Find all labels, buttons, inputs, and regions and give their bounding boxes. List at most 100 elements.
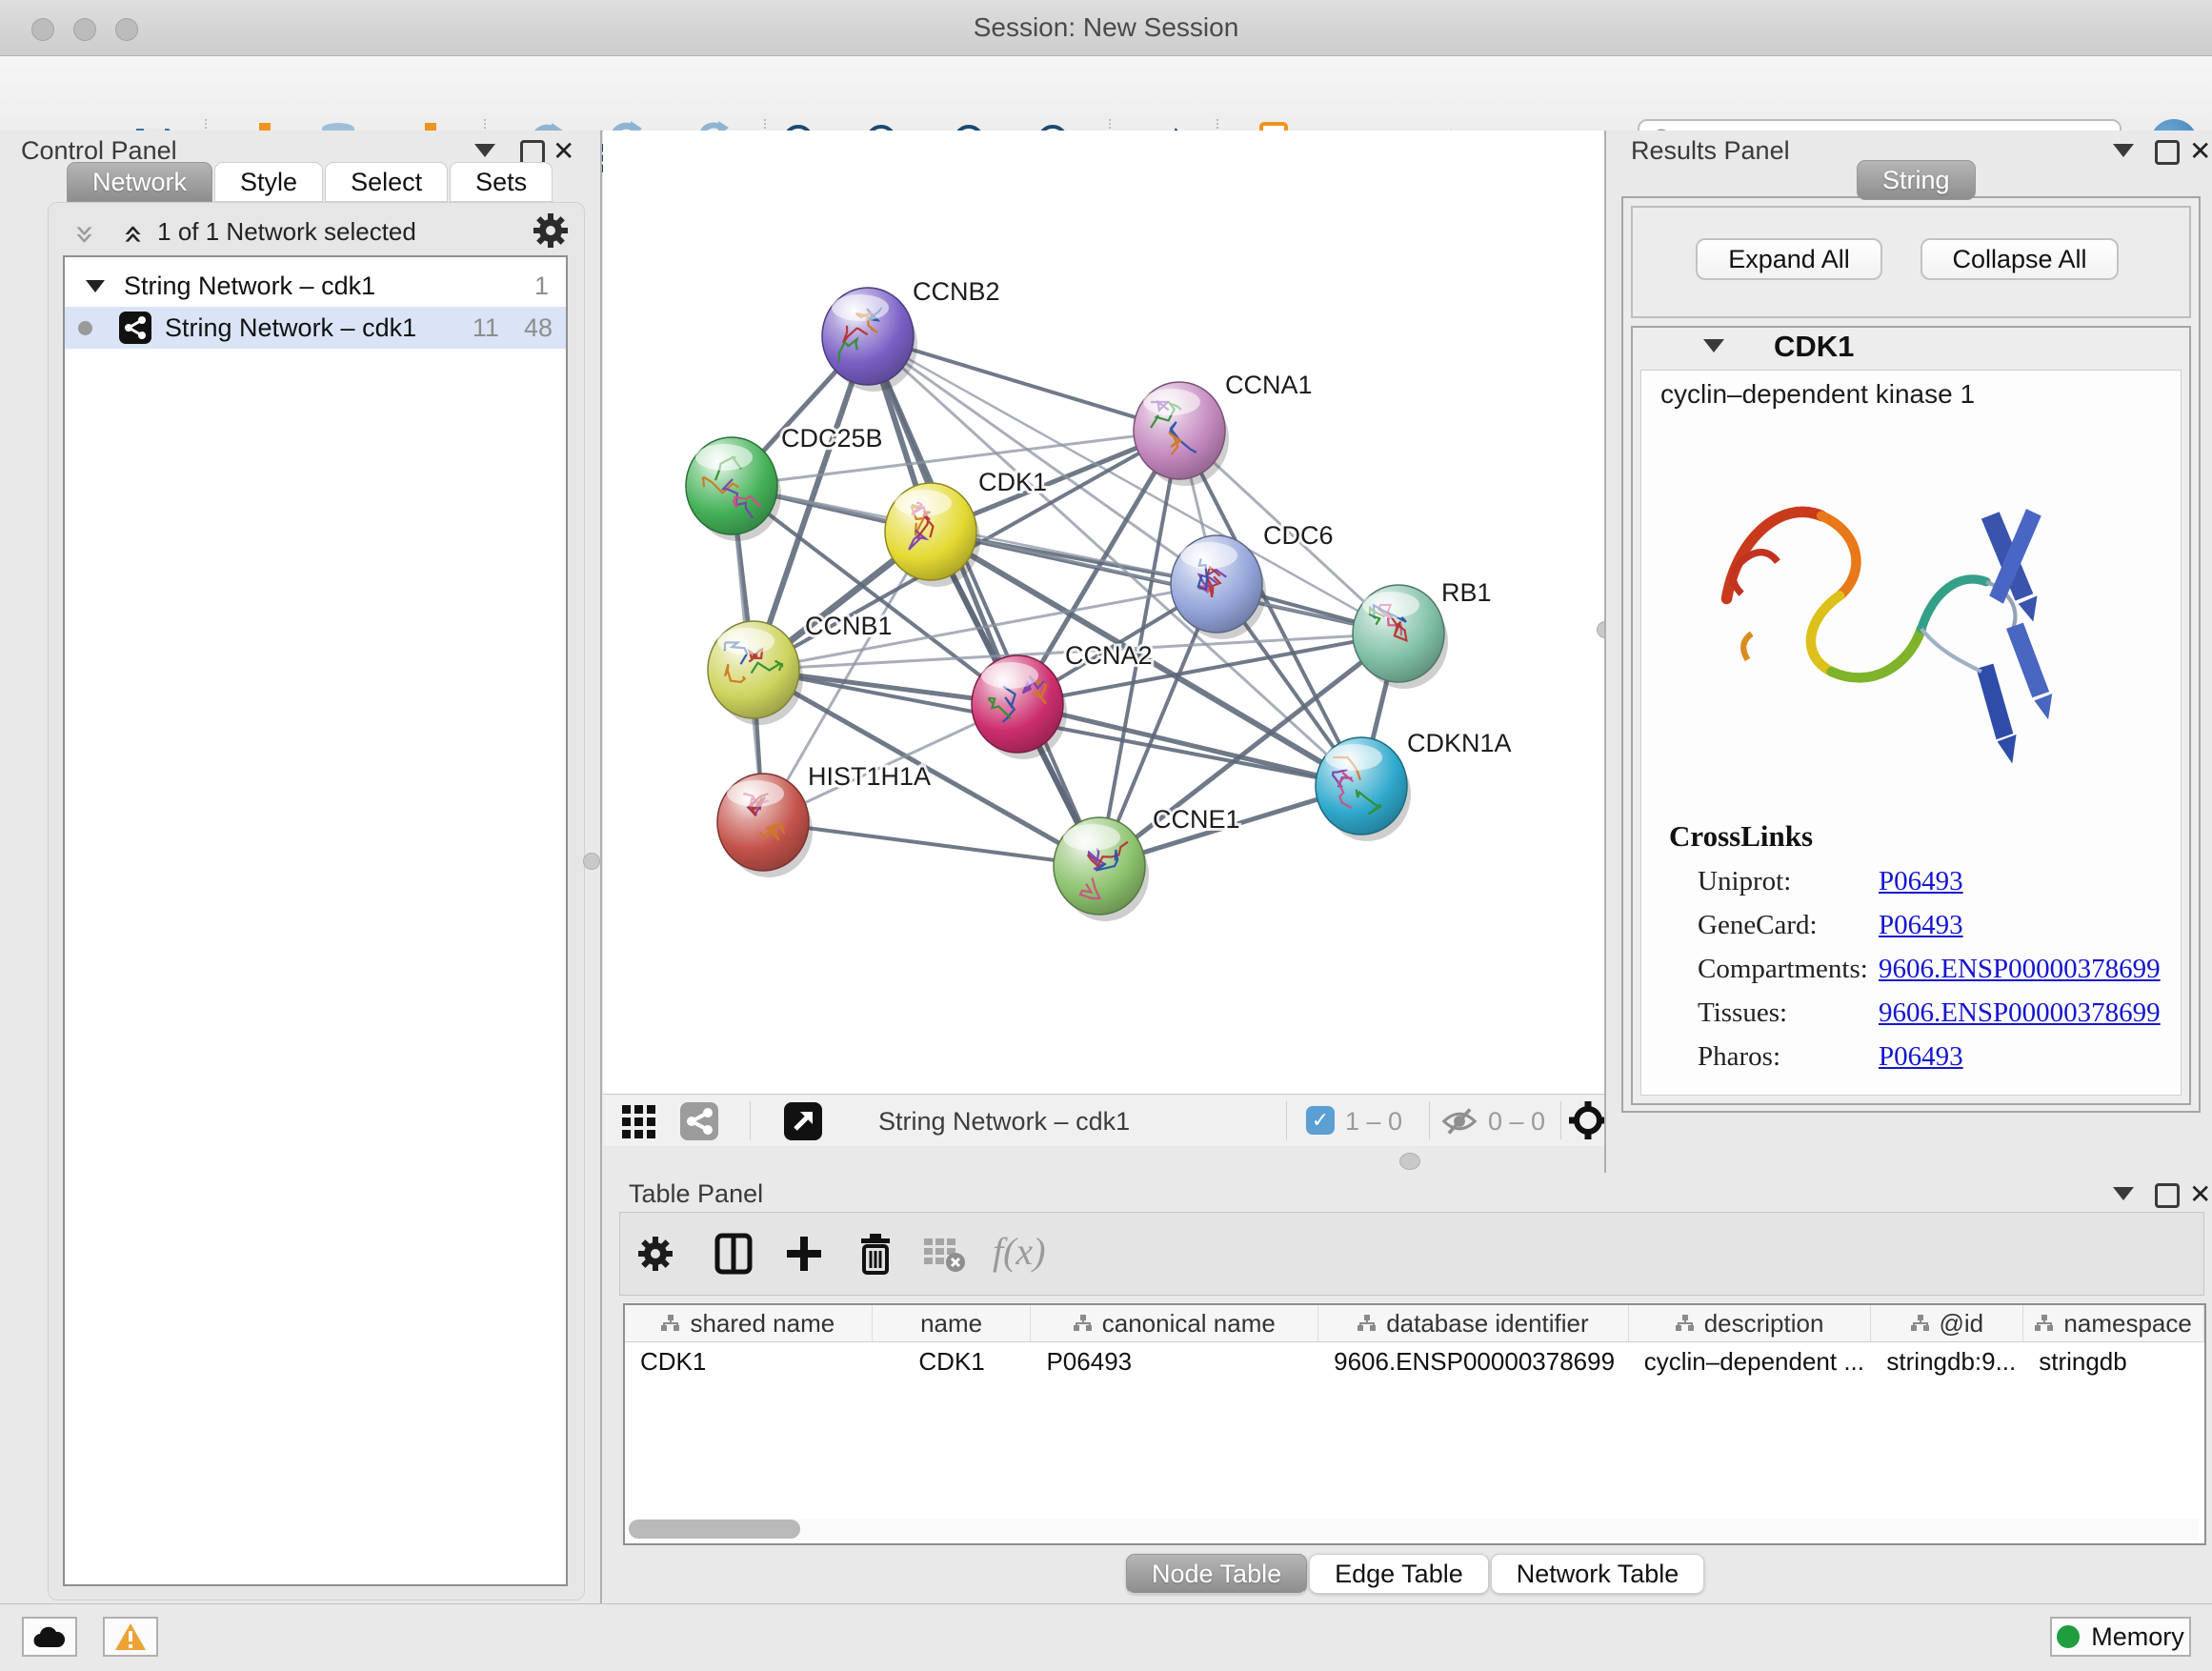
panel-close-icon[interactable]: ✕ <box>553 138 574 165</box>
crosslink-label: Pharos: <box>1698 1041 1879 1073</box>
network-row-selected[interactable]: String Network – cdk1 11 48 <box>65 307 566 349</box>
table-panel-close-icon[interactable]: ✕ <box>2189 1181 2211 1208</box>
table-options-gear-icon[interactable] <box>636 1235 674 1278</box>
collection-expand-icon[interactable] <box>86 280 105 292</box>
results-panel-float-icon[interactable] <box>2155 140 2180 165</box>
network-collection-row[interactable]: String Network – cdk1 1 <box>65 265 566 307</box>
collection-label: String Network – cdk1 <box>124 272 375 301</box>
birds-eye-crosshair-icon[interactable] <box>1568 1100 1608 1145</box>
network-view-mode-icon[interactable] <box>679 1101 719 1146</box>
crosslink-value-link[interactable]: 9606.ENSP00000378699 <box>1879 997 2161 1029</box>
status-bar <box>0 1603 2212 1671</box>
selected-node-edge-counts: 1 – 0 <box>1345 1107 1402 1137</box>
table-tabs: Node TableEdge TableNetwork Table <box>1126 1554 1706 1594</box>
left-splitter-handle[interactable] <box>583 853 600 870</box>
create-column-plus-icon[interactable] <box>785 1235 823 1278</box>
node-table[interactable]: shared name namecanonical namedatabase id… <box>623 1303 2206 1545</box>
tab-edge-table[interactable]: Edge Table <box>1309 1554 1489 1594</box>
network-status-dot-icon <box>78 321 92 335</box>
results-panel-close-icon[interactable]: ✕ <box>2189 138 2211 165</box>
network-graph[interactable]: CCNB2CCNA1CDC25BCDK1CDC6RB1CCNB1CCNA2CDK… <box>603 131 1604 1094</box>
node-label-CDC6: CDC6 <box>1263 521 1334 550</box>
splitter-handle[interactable] <box>1399 1153 1420 1170</box>
node-label-CCNB1: CCNB1 <box>805 612 893 640</box>
cdk1-collapse-icon[interactable] <box>1703 339 1724 352</box>
column-header-namespace[interactable]: namespace <box>2023 1305 2204 1341</box>
node-label-CDK1: CDK1 <box>978 468 1047 496</box>
crosslink-value-link[interactable]: P06493 <box>1879 866 1963 897</box>
tab-string[interactable]: String <box>1857 160 1976 200</box>
column-header-name[interactable]: name <box>873 1305 1032 1341</box>
network-node-CCNB1[interactable]: CCNB1 <box>708 612 893 725</box>
table-cell-shared-name[interactable]: CDK1 <box>625 1342 873 1380</box>
table-cell-@id[interactable]: stringdb:9... <box>1871 1342 2023 1380</box>
column-network-icon <box>1357 1309 1377 1339</box>
tab-style[interactable]: Style <box>214 162 323 202</box>
table-panel-float-icon[interactable] <box>2155 1183 2180 1208</box>
table-horizontal-scrollbar[interactable] <box>627 1519 2199 1540</box>
window-title: Session: New Session <box>0 0 2212 55</box>
node-label-CDC25B: CDC25B <box>781 424 883 453</box>
panel-menu-icon[interactable] <box>474 144 495 157</box>
table-cell-name[interactable]: CDK1 <box>873 1342 1032 1380</box>
crosslink-value-link[interactable]: P06493 <box>1879 910 1963 941</box>
network-canvas[interactable]: CCNB2CCNA1CDC25BCDK1CDC6RB1CCNB1CCNA2CDK… <box>603 131 1604 1094</box>
network-node-CDC6[interactable]: CDC6 <box>1171 521 1334 639</box>
tab-node-table[interactable]: Node Table <box>1126 1554 1307 1594</box>
network-node-RB1[interactable]: RB1 <box>1353 578 1492 689</box>
cdk1-section-title: CDK1 <box>1774 330 1854 364</box>
collapse-all-button[interactable]: Collapse All <box>1920 238 2119 280</box>
memory-status-dot-icon <box>2057 1625 2080 1648</box>
tab-network-table[interactable]: Network Table <box>1491 1554 1705 1594</box>
column-header-@id[interactable]: @id <box>1871 1305 2023 1341</box>
crosslink-label: Uniprot: <box>1698 866 1879 897</box>
delete-column-trash-icon[interactable] <box>855 1233 895 1279</box>
crosslink-label: GeneCard: <box>1698 910 1879 941</box>
column-network-icon <box>1911 1309 1930 1339</box>
column-header-description[interactable]: description <box>1629 1305 1872 1341</box>
network-options-gear-icon[interactable] <box>532 211 570 254</box>
results-panel-title: Results Panel <box>1631 136 1790 166</box>
tab-sets[interactable]: Sets <box>450 162 553 202</box>
network-edge[interactable] <box>763 822 1099 866</box>
memory-button[interactable]: Memory <box>2050 1617 2191 1657</box>
column-header-database-identifier[interactable]: database identifier <box>1318 1305 1629 1341</box>
table-cell-canonical-name[interactable]: P06493 <box>1031 1342 1318 1380</box>
table-cell-description[interactable]: cyclin–dependent ... <box>1629 1342 1872 1380</box>
table-row[interactable]: CDK1CDK1P064939606.ENSP00000378699cyclin… <box>625 1342 2204 1380</box>
results-panel-menu-icon[interactable] <box>2113 144 2134 157</box>
network-node-CCNE1[interactable]: CCNE1 <box>1054 805 1240 921</box>
table-cell-database-identifier[interactable]: 9606.ENSP00000378699 <box>1318 1342 1629 1380</box>
column-label: @id <box>1940 1309 1984 1339</box>
column-header-canonical-name[interactable]: canonical name <box>1031 1305 1318 1341</box>
network-node-CDK1[interactable]: CDK1 <box>885 468 1047 587</box>
grid-view-icon[interactable] <box>620 1103 658 1144</box>
crosslink-value-link[interactable]: 9606.ENSP00000378699 <box>1879 954 2161 985</box>
warnings-button[interactable] <box>103 1617 158 1657</box>
column-label: shared name <box>690 1309 835 1339</box>
node-label-HIST1H1A: HIST1H1A <box>808 762 931 791</box>
node-label-CDKN1A: CDKN1A <box>1407 729 1512 757</box>
table-cell-namespace[interactable]: stringdb <box>2023 1342 2204 1380</box>
column-header-shared-name[interactable]: shared name <box>625 1305 873 1341</box>
network-node-CDC25B[interactable]: CDC25B <box>686 424 883 541</box>
expand-all-button[interactable]: Expand All <box>1696 238 1882 280</box>
crosslink-value-link[interactable]: P06493 <box>1879 1041 1963 1073</box>
hidden-eye-slash-icon <box>1440 1105 1478 1142</box>
footer-separator <box>1429 1101 1430 1139</box>
table-header-row: shared name namecanonical namedatabase id… <box>625 1305 2204 1342</box>
selected-checkbox-icon[interactable]: ✓ <box>1306 1106 1335 1135</box>
table-panel-menu-icon[interactable] <box>2113 1187 2134 1200</box>
network-node-HIST1H1A[interactable]: HIST1H1A <box>717 762 931 877</box>
show-columns-icon[interactable] <box>713 1233 754 1279</box>
network-node-CCNA1[interactable]: CCNA1 <box>1134 371 1313 486</box>
tab-select[interactable]: Select <box>325 162 448 202</box>
scrollbar-thumb[interactable] <box>629 1520 800 1539</box>
detach-view-icon[interactable] <box>783 1101 823 1146</box>
node-label-CCNE1: CCNE1 <box>1153 805 1240 834</box>
network-node-CDKN1A[interactable]: CDKN1A <box>1316 729 1512 841</box>
network-edge[interactable] <box>868 336 1398 634</box>
collection-count: 1 <box>534 272 549 301</box>
tab-network[interactable]: Network <box>67 162 212 202</box>
cloud-sync-button[interactable] <box>22 1617 77 1657</box>
